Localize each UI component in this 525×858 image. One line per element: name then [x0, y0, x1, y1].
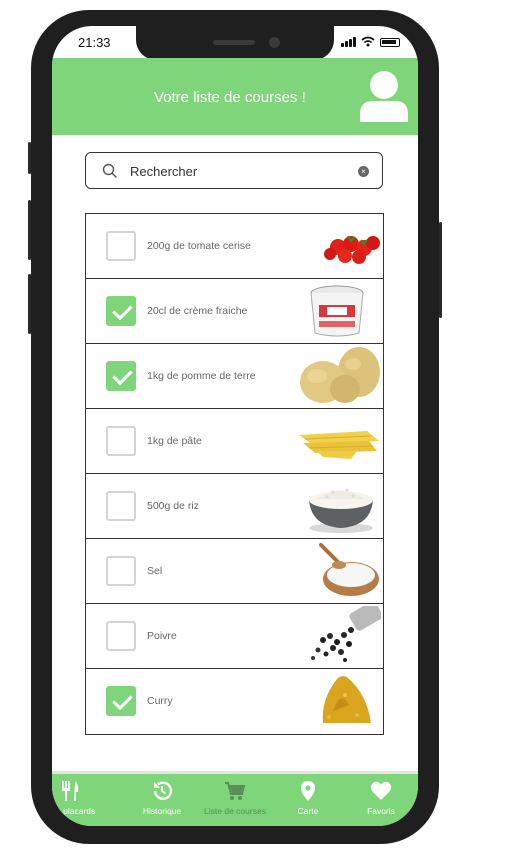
potatoes-image [300, 347, 380, 403]
item-label: 20cl de crème fraiche [147, 305, 248, 317]
peppercorns-image [311, 606, 381, 662]
list-item: 500g de riz [86, 474, 383, 539]
status-time: 21:33 [78, 35, 111, 50]
creme-fraiche-image [310, 285, 364, 337]
item-label: 1kg de pâte [147, 435, 202, 447]
nav-item-placards[interactable]: Mes placards [52, 780, 107, 822]
search-icon [102, 163, 117, 178]
item-checkbox[interactable] [106, 361, 136, 391]
item-checkbox[interactable] [106, 556, 136, 586]
volume-up-button [28, 200, 31, 260]
pasta-image [299, 431, 379, 459]
power-button [439, 222, 442, 318]
battery-icon [380, 38, 400, 47]
item-label: 500g de riz [147, 500, 199, 512]
cherry-tomatoes-image [324, 235, 380, 264]
heart-icon [370, 781, 392, 800]
item-checkbox[interactable] [106, 426, 136, 456]
nav-label: Carte [297, 806, 319, 816]
map-pin-icon [301, 781, 315, 801]
item-label: 1kg de pomme de terre [147, 370, 256, 382]
item-label: Sel [147, 565, 163, 577]
item-label: Poivre [147, 630, 177, 642]
speaker-grille [213, 40, 255, 45]
search-input[interactable]: Rechercher [130, 164, 197, 179]
utensils-icon [62, 781, 79, 801]
mute-switch [28, 142, 31, 174]
list-item: Curry [86, 669, 383, 734]
salt-bowl-image [319, 543, 379, 596]
nav-item-liste-de-courses[interactable]: Liste de courses [198, 780, 272, 822]
search-bar[interactable]: Rechercher × [85, 152, 383, 189]
status-icons [341, 36, 400, 47]
item-checkbox[interactable] [106, 296, 136, 326]
nav-item-favoris[interactable]: Favoris [344, 780, 418, 822]
front-camera [269, 37, 280, 48]
nav-label: Favoris [367, 806, 395, 816]
list-item: 200g de tomate cerise [86, 214, 383, 279]
list-item: 1kg de pomme de terre [86, 344, 383, 409]
item-checkbox[interactable] [106, 686, 136, 716]
cart-icon [225, 782, 246, 800]
page-title: Votre liste de courses ! [154, 89, 306, 106]
clear-search-icon[interactable]: × [358, 166, 369, 177]
bottom-navigation: Mes placards Historique Liste de courses [52, 771, 418, 826]
list-item: 1kg de pâte [86, 409, 383, 474]
signal-icon [341, 37, 356, 47]
curry-powder-image [322, 676, 371, 723]
nav-item-historique[interactable]: Historique [125, 780, 199, 822]
history-icon [153, 781, 173, 800]
shopping-list: 200g de tomate cerise 20cl de crème frai… [85, 213, 384, 735]
app-header: Votre liste de courses ! [52, 58, 418, 135]
item-checkbox[interactable] [106, 621, 136, 651]
wifi-icon [361, 36, 375, 47]
nav-label: Mes placards [52, 806, 96, 816]
list-item: 20cl de crème fraiche [86, 279, 383, 344]
volume-down-button [28, 274, 31, 334]
rice-bowl-image [309, 488, 373, 533]
item-label: 200g de tomate cerise [147, 240, 251, 252]
nav-label: Historique [142, 806, 182, 816]
nav-item-carte[interactable]: Carte [271, 780, 345, 822]
nav-label: Liste de courses [204, 806, 266, 816]
app-screen: 21:33 Votre liste de courses ! Recherche… [52, 26, 418, 826]
item-checkbox[interactable] [106, 491, 136, 521]
phone-notch [136, 26, 334, 60]
user-icon[interactable] [359, 70, 409, 122]
item-checkbox[interactable] [106, 231, 136, 261]
item-label: Curry [147, 695, 173, 707]
list-item: Sel [86, 539, 383, 604]
list-item: Poivre [86, 604, 383, 669]
